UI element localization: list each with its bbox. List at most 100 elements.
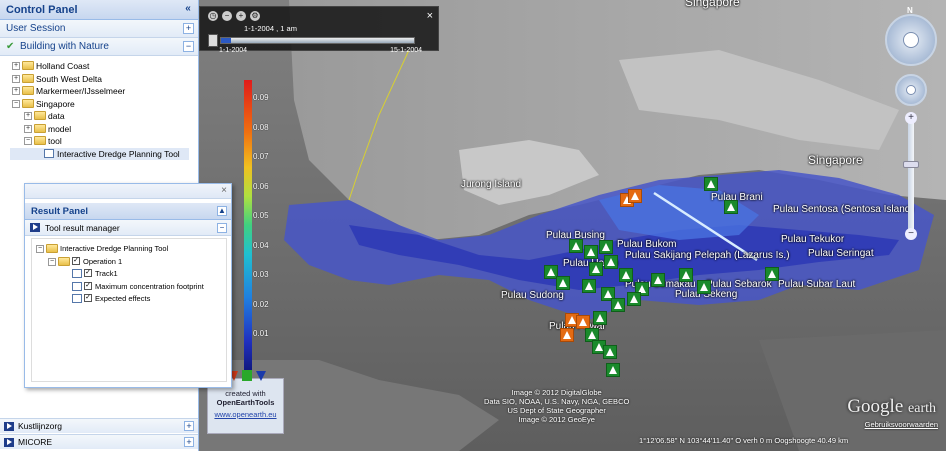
result-node-footprint[interactable]: ✓ Maximum concentration footprint	[32, 281, 226, 294]
close-time-slider-icon[interactable]: ×	[427, 10, 433, 22]
micore-toggle[interactable]: +	[184, 437, 194, 447]
warning-marker-icon[interactable]	[582, 279, 596, 293]
folder-icon	[22, 86, 34, 95]
look-control-icon[interactable]	[885, 14, 937, 66]
track-checkbox[interactable]: ✓	[84, 269, 92, 277]
tree-node-holland-coast[interactable]: + Holland Coast	[0, 60, 198, 73]
project-toggle[interactable]: −	[183, 41, 194, 52]
warning-marker-icon[interactable]	[697, 280, 711, 294]
zoom-thumb[interactable]	[903, 161, 919, 168]
tree-node-singapore[interactable]: − Singapore	[0, 98, 198, 111]
map-label: Pulau Sebarok	[706, 279, 772, 290]
micore-row[interactable]: MICORE +	[0, 434, 198, 449]
openearth-link[interactable]: www.openearth.eu	[208, 410, 283, 419]
collapse-icon[interactable]: −	[12, 99, 20, 108]
tree-node-model[interactable]: + model	[0, 123, 198, 136]
folder-open-icon	[58, 256, 70, 266]
expand-icon[interactable]: +	[24, 124, 32, 133]
user-session-toggle[interactable]: +	[183, 23, 194, 34]
zoom-in-button[interactable]: +	[905, 112, 917, 124]
time-slider[interactable]: ◷ − + ⚙ × 1-1-2004 , 1 am 1-1-2004 15-1-…	[199, 6, 439, 54]
hand-icon	[906, 85, 916, 95]
warning-marker-icon[interactable]	[556, 276, 570, 290]
map-view[interactable]: Singapore Jurong Island Singapore Pulau …	[199, 0, 946, 451]
warning-marker-icon[interactable]	[599, 240, 613, 254]
warning-marker-icon[interactable]	[651, 273, 665, 287]
warning-marker-icon[interactable]	[679, 268, 693, 282]
zoom-out-time-icon[interactable]: −	[222, 11, 232, 21]
tool-result-manager-row[interactable]: Tool result manager −	[25, 220, 231, 236]
operation-checkbox[interactable]: ✓	[72, 256, 80, 265]
collapse-panel-icon[interactable]: «	[182, 3, 194, 15]
warning-marker-icon[interactable]	[611, 298, 625, 312]
warning-marker-icon[interactable]	[560, 328, 574, 342]
collapse-icon[interactable]: −	[48, 257, 56, 266]
zoom-in-time-icon[interactable]: +	[236, 11, 246, 21]
kustlijnzorg-row[interactable]: Kustlijnzorg +	[0, 418, 198, 433]
tree-node-dredge-tool[interactable]: Interactive Dredge Planning Tool	[10, 147, 189, 160]
warning-marker-icon[interactable]	[765, 267, 779, 281]
warning-marker-icon[interactable]	[603, 345, 617, 359]
warning-marker-icon[interactable]	[604, 255, 618, 269]
warning-marker-icon[interactable]	[619, 268, 633, 282]
result-panel-titlebar[interactable]: ×	[25, 184, 231, 199]
legend-tick-label: 0.01	[253, 329, 269, 338]
legend-tick-label: 0.05	[253, 211, 269, 220]
warning-marker-icon[interactable]	[584, 245, 598, 259]
collapse-icon[interactable]: −	[24, 137, 32, 145]
warning-marker-icon[interactable]	[576, 315, 590, 329]
tree-node-data[interactable]: + data	[0, 110, 198, 123]
tree-node-tool[interactable]: − tool	[0, 135, 198, 148]
warning-marker-icon[interactable]	[627, 292, 641, 306]
kustlijnzorg-toggle[interactable]: +	[184, 421, 194, 431]
zoom-out-button[interactable]: −	[905, 228, 917, 240]
warning-marker-icon[interactable]	[704, 177, 718, 191]
result-node-operation[interactable]: − ✓ Operation 1	[32, 256, 226, 269]
collapse-icon[interactable]: −	[36, 245, 44, 253]
tree-node-label: tool	[48, 136, 62, 146]
warning-marker-icon[interactable]	[593, 311, 607, 325]
warning-marker-icon[interactable]	[589, 262, 603, 276]
expand-icon[interactable]: +	[12, 74, 20, 83]
footprint-checkbox[interactable]: ✓	[84, 281, 92, 290]
result-node-label: Interactive Dredge Planning Tool	[60, 244, 169, 253]
time-current: 1-1-2004 , 1 am	[244, 24, 297, 33]
result-panel-title: Result Panel	[31, 206, 89, 217]
legend-tick-label: 0.03	[253, 270, 269, 279]
time-thumb[interactable]	[208, 34, 218, 47]
tree-node-markermeer[interactable]: + Markermeer/IJsselmeer	[0, 85, 198, 98]
effects-checkbox[interactable]: ✓	[84, 294, 92, 302]
satellite-background	[199, 0, 946, 451]
clock-icon[interactable]: ◷	[208, 11, 218, 21]
warning-marker-icon[interactable]	[628, 189, 642, 203]
close-icon[interactable]: ×	[221, 185, 227, 196]
map-label: Pulau Subar Laut	[778, 279, 856, 290]
result-node-track[interactable]: ✓ Track1	[32, 268, 226, 281]
result-panel-toggle[interactable]: ▲	[217, 206, 227, 216]
folder-icon	[34, 111, 46, 120]
project-row[interactable]: ✔ Building with Nature −	[0, 38, 198, 56]
result-node-dredge-tool[interactable]: − Interactive Dredge Planning Tool	[32, 243, 226, 256]
folder-open-icon	[22, 98, 34, 108]
legend-tick-label: 0.08	[253, 122, 269, 132]
map-label: Pulau Seringat	[808, 248, 874, 259]
time-track[interactable]	[220, 37, 415, 44]
zoom-slider[interactable]	[908, 114, 914, 232]
map-label: Pulau Bukom	[617, 239, 677, 250]
navigation-controls[interactable]: N + −	[881, 6, 943, 426]
warning-marker-icon[interactable]	[569, 239, 583, 253]
expand-icon[interactable]: +	[12, 87, 20, 95]
result-node-effects[interactable]: ✓ Expected effects	[32, 293, 226, 306]
tool-result-manager-toggle[interactable]: −	[217, 223, 227, 233]
folder-icon	[22, 73, 34, 83]
tool-icon	[44, 148, 54, 158]
warning-marker-icon[interactable]	[724, 200, 738, 214]
expand-icon[interactable]: +	[24, 112, 32, 120]
move-control-icon[interactable]	[895, 74, 927, 106]
legend-tick-label: 0.07	[253, 152, 269, 161]
expand-icon[interactable]: +	[12, 62, 20, 70]
user-session-row[interactable]: User Session +	[0, 20, 198, 38]
settings-icon[interactable]: ⚙	[250, 11, 260, 21]
tree-node-south-west-delta[interactable]: + South West Delta	[0, 73, 198, 86]
warning-marker-icon[interactable]	[606, 363, 620, 377]
